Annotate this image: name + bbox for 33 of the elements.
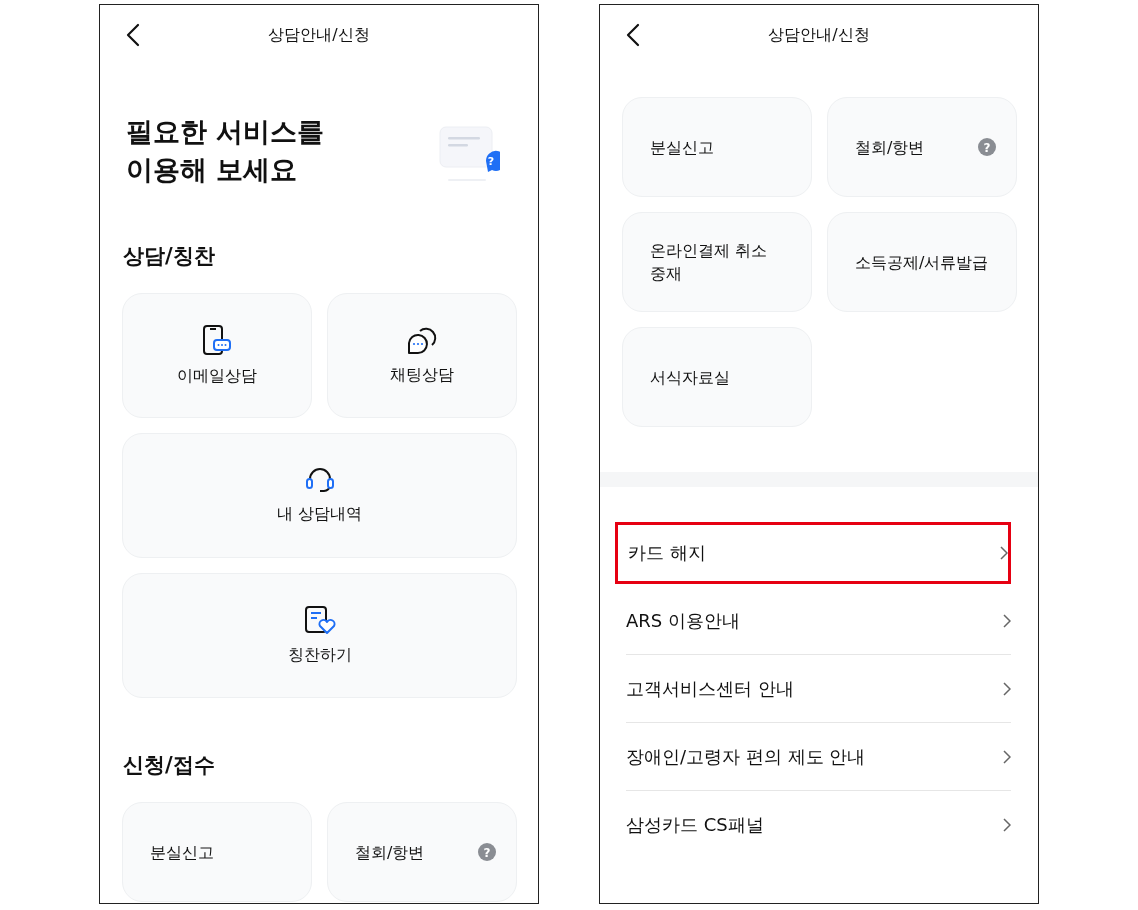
headline: 이용해 보세요 bbox=[126, 153, 299, 187]
menu-row[interactable]: 장애인/고령자 편의 제도 안내 bbox=[626, 723, 1011, 791]
service-card[interactable]: 내 상담내역 bbox=[122, 433, 517, 558]
phone-chat-icon bbox=[202, 324, 232, 356]
section-heading: 상담/칭찬 bbox=[123, 243, 216, 270]
service-card[interactable]: 소득공제/서류발급 bbox=[827, 212, 1017, 312]
back-icon[interactable] bbox=[126, 23, 140, 47]
headline: 필요한 서비스를 bbox=[126, 115, 325, 149]
service-card[interactable]: 분실신고 bbox=[122, 802, 312, 902]
service-card[interactable]: 칭찬하기 bbox=[122, 573, 517, 698]
chevron-right-icon bbox=[1003, 613, 1011, 628]
chevron-right-icon bbox=[1003, 818, 1011, 832]
service-card[interactable]: 철회/항변 ? bbox=[827, 97, 1017, 197]
service-card[interactable]: 분실신고 bbox=[622, 97, 812, 197]
menu-row[interactable]: 삼성카드 CS패널 bbox=[626, 791, 1011, 859]
section-heading: 신청/접수 bbox=[123, 752, 216, 779]
chevron-right-icon bbox=[1003, 681, 1011, 696]
menu-row[interactable]: ARS 이용안내 bbox=[626, 587, 1011, 655]
chevron-right-icon bbox=[1003, 749, 1011, 764]
service-card[interactable]: 이메일상담 bbox=[122, 293, 312, 418]
service-card[interactable]: 철회/항변 ? bbox=[327, 802, 517, 902]
screen-title: 상담안내/신청 bbox=[268, 24, 370, 46]
chat-bubbles-icon bbox=[406, 325, 438, 355]
headset-icon bbox=[304, 466, 335, 494]
menu-row[interactable]: 카드 해지 bbox=[615, 522, 1011, 584]
back-icon[interactable] bbox=[626, 23, 640, 47]
document-heart-icon bbox=[303, 605, 336, 635]
service-card[interactable]: 채팅상담 bbox=[327, 293, 517, 418]
screen-title: 상담안내/신청 bbox=[768, 24, 870, 46]
chevron-right-icon bbox=[1000, 546, 1008, 560]
menu-row[interactable]: 고객서비스센터 안내 bbox=[626, 655, 1011, 723]
service-card[interactable]: 온라인결제 취소 중재 bbox=[622, 212, 812, 312]
service-card[interactable]: 서식자료실 bbox=[622, 327, 812, 427]
